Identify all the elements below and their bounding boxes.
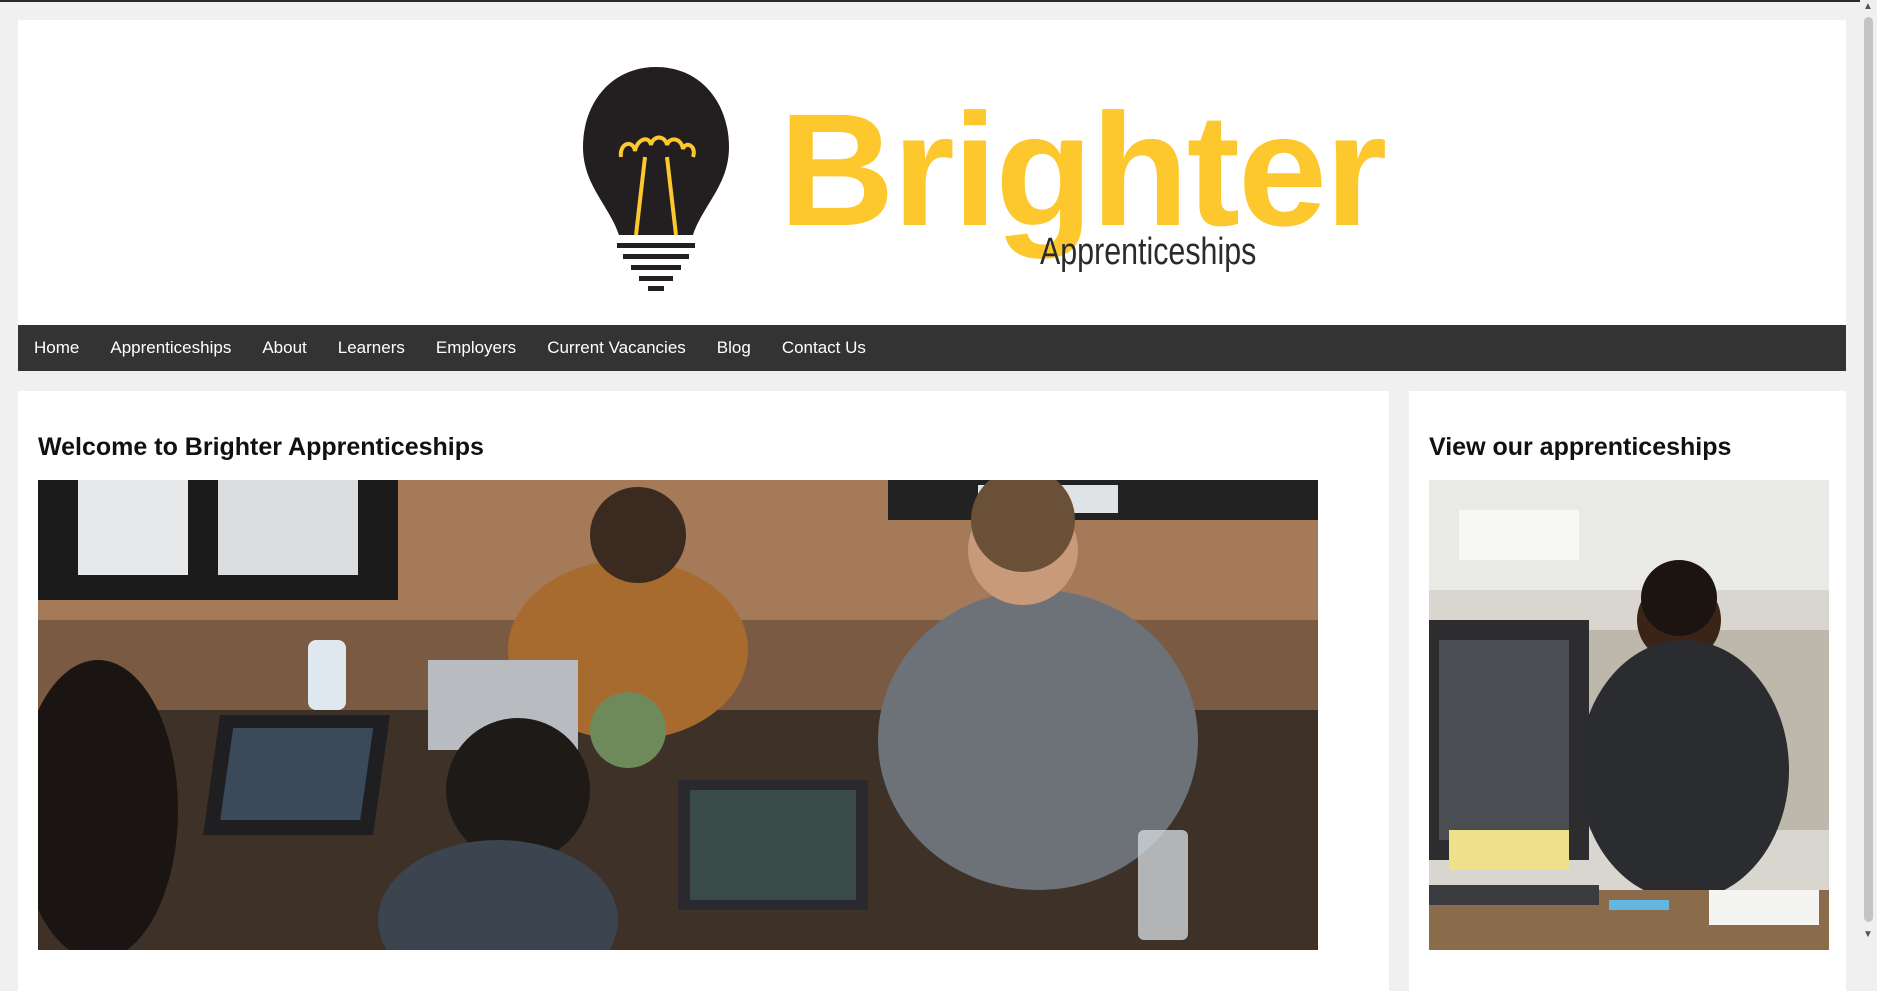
page-scrollbar[interactable]: ▲ ▼ [1860,0,1877,942]
main-navigation: Home Apprenticeships About Learners Empl… [18,325,1846,371]
welcome-heading: Welcome to Brighter Apprenticeships [38,433,484,461]
scroll-down-arrow-icon[interactable]: ▼ [1863,930,1873,940]
sidebar-heading: View our apprenticeships [1429,433,1732,461]
team-photo [38,480,1318,950]
site-logo[interactable]: Brighter Apprenticeships [581,65,1387,295]
page-wrapper: Brighter Apprenticeships Home Apprentice… [18,20,1846,371]
brand-tagline: Apprenticeships [1040,231,1257,273]
window-top-border [0,0,1877,2]
nav-current-vacancies[interactable]: Current Vacancies [547,338,686,358]
nav-employers[interactable]: Employers [436,338,516,358]
office-photo-illustration [1429,480,1829,950]
main-content: Welcome to Brighter Apprenticeships [18,391,1389,991]
lightbulb-icon [583,67,729,291]
sidebar: View our apprenticeships [1409,391,1846,991]
nav-home[interactable]: Home [34,338,79,358]
nav-about[interactable]: About [262,338,306,358]
nav-apprenticeships[interactable]: Apprenticeships [110,338,231,358]
scroll-up-arrow-icon[interactable]: ▲ [1863,2,1873,12]
site-header: Brighter Apprenticeships [18,20,1846,325]
brand-title: Brighter [779,80,1387,259]
apprenticeships-photo[interactable] [1429,480,1829,950]
team-photo-illustration [38,480,1318,950]
nav-blog[interactable]: Blog [717,338,751,358]
nav-contact-us[interactable]: Contact Us [782,338,866,358]
nav-learners[interactable]: Learners [338,338,405,358]
scrollbar-thumb[interactable] [1864,17,1873,922]
